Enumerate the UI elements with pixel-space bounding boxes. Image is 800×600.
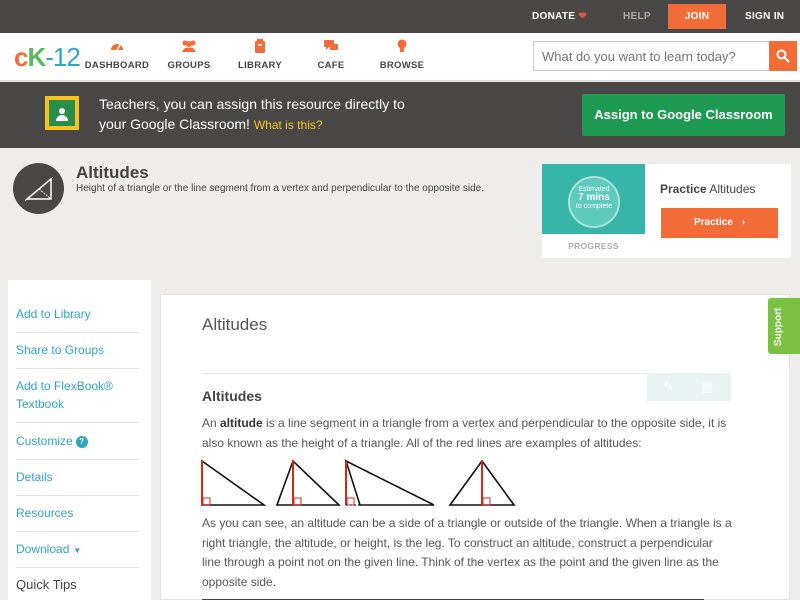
practice-card: Estimated 7 mins to complete PROGRESS Pr… [542, 164, 791, 258]
section-heading: Altitudes [202, 388, 262, 404]
classroom-message: Teachers, you can assign this resource d… [99, 94, 539, 135]
pencil-icon[interactable]: ✎ [663, 379, 674, 395]
sidebar-item-share-to-groups[interactable]: Share to Groups [16, 341, 139, 369]
obtuse-triangle-example [344, 459, 435, 506]
estimated-time-badge: Estimated 7 mins to complete [568, 176, 620, 228]
estimated-minutes: 7 mins [578, 192, 610, 203]
browse-icon [367, 39, 437, 57]
logo-k: K [27, 42, 46, 72]
nav-library-label: LIBRARY [238, 60, 282, 71]
search-input[interactable] [533, 41, 770, 71]
sidebar-item-download[interactable]: Download ▼ [16, 540, 139, 568]
donate-label: DONATE [532, 11, 576, 22]
para1-prefix: An [202, 416, 221, 430]
right-triangle-example [201, 459, 267, 506]
nav-dashboard-label: DASHBOARD [84, 60, 150, 71]
notes-icon[interactable]: ▤ [701, 379, 713, 395]
sidebar-item-details[interactable]: Details [16, 468, 139, 496]
caret-down-icon: ▼ [73, 546, 82, 555]
logo-12: -12 [45, 42, 81, 72]
nav-cafe-label: CAFE [317, 60, 345, 71]
join-button[interactable]: JOIN [668, 4, 726, 29]
practice-label: Practice Altitudes [660, 182, 755, 196]
practice-label-bold: Practice [660, 182, 707, 196]
logo-c: c [14, 42, 29, 72]
altitude-examples-figure [201, 459, 516, 506]
quick-tips-heading[interactable]: Quick Tips [16, 577, 77, 592]
to-complete-label: to complete [575, 203, 613, 210]
support-tab[interactable]: Support [768, 298, 800, 354]
nav-browse[interactable]: BROWSE [367, 39, 437, 71]
top-bar: DONATE ❤ HELP JOIN SIGN IN [0, 0, 800, 33]
altitude-concept-icon [13, 163, 64, 214]
nav-browse-label: BROWSE [379, 60, 425, 71]
heart-icon: ❤ [578, 11, 587, 22]
assign-to-google-classroom-button[interactable]: Assign to Google Classroom [582, 94, 785, 136]
nav-groups-label: GROUPS [167, 60, 211, 71]
donate-link[interactable]: DONATE ❤ [532, 0, 587, 33]
para1-rest: is a line segment in a triangle from a v… [202, 416, 727, 450]
lesson-title: Altitudes [202, 315, 268, 334]
practice-button-label: Practice [693, 217, 733, 228]
google-classroom-icon [45, 96, 79, 130]
nav-library[interactable]: LIBRARY [225, 39, 295, 71]
download-label: Download [16, 542, 70, 556]
nav-groups[interactable]: GROUPS [154, 39, 224, 71]
acute-triangle-example [275, 459, 341, 506]
sidebar-item-customize[interactable]: Customize? [16, 432, 139, 460]
support-label: Support [773, 307, 784, 346]
practice-progress-image: Estimated 7 mins to complete [542, 164, 645, 234]
nav-dashboard[interactable]: DASHBOARD [82, 39, 152, 71]
sidebar-item-add-to-library[interactable]: Add to Library [16, 305, 139, 333]
isosceles-triangle-example [448, 459, 516, 506]
help-icon[interactable]: ? [75, 436, 88, 448]
customize-label: Customize [16, 434, 73, 448]
nav-cafe[interactable]: CAFE [296, 39, 366, 71]
google-classroom-banner: Teachers, you can assign this resource d… [0, 82, 800, 148]
dashboard-icon [82, 39, 152, 57]
sidebar-item-resources[interactable]: Resources [16, 504, 139, 532]
what-is-this-link[interactable]: What is this? [254, 118, 323, 132]
definition-paragraph: An altitude is a line segment in a trian… [202, 414, 732, 453]
ck12-logo[interactable]: cK-12 [14, 42, 81, 73]
main-nav: cK-12 DASHBOARD GROUPS LIBRARY CAFE BROW… [0, 33, 800, 81]
progress-label: PROGRESS [568, 241, 619, 251]
help-link[interactable]: HELP [623, 0, 651, 33]
classroom-message-line1: Teachers, you can assign this resource d… [99, 96, 405, 112]
search-button[interactable] [769, 41, 797, 71]
sidebar-item-add-to-flexbook[interactable]: Add to FlexBook® Textbook [16, 377, 139, 423]
annotation-toolbar: ✎ ▤ [647, 373, 731, 401]
concept-title: Altitudes [76, 163, 149, 182]
concept-description: Height of a triangle or the line segment… [76, 183, 485, 194]
classroom-message-line2: your Google Classroom! [99, 116, 250, 132]
main-content: Altitudes ✎ ▤ Altitudes An altitude is a… [160, 294, 790, 600]
explanation-paragraph: As you can see, an altitude can be a sid… [202, 516, 732, 589]
sign-in-link[interactable]: SIGN IN [745, 0, 784, 33]
library-icon [225, 39, 295, 57]
practice-button[interactable]: Practice › [661, 208, 778, 238]
groups-icon [154, 39, 224, 57]
chevron-right-icon: › [741, 217, 746, 228]
practice-label-topic: Altitudes [709, 182, 756, 196]
cafe-icon [296, 39, 366, 57]
search-icon [776, 49, 790, 63]
altitude-term: altitude [220, 416, 263, 430]
